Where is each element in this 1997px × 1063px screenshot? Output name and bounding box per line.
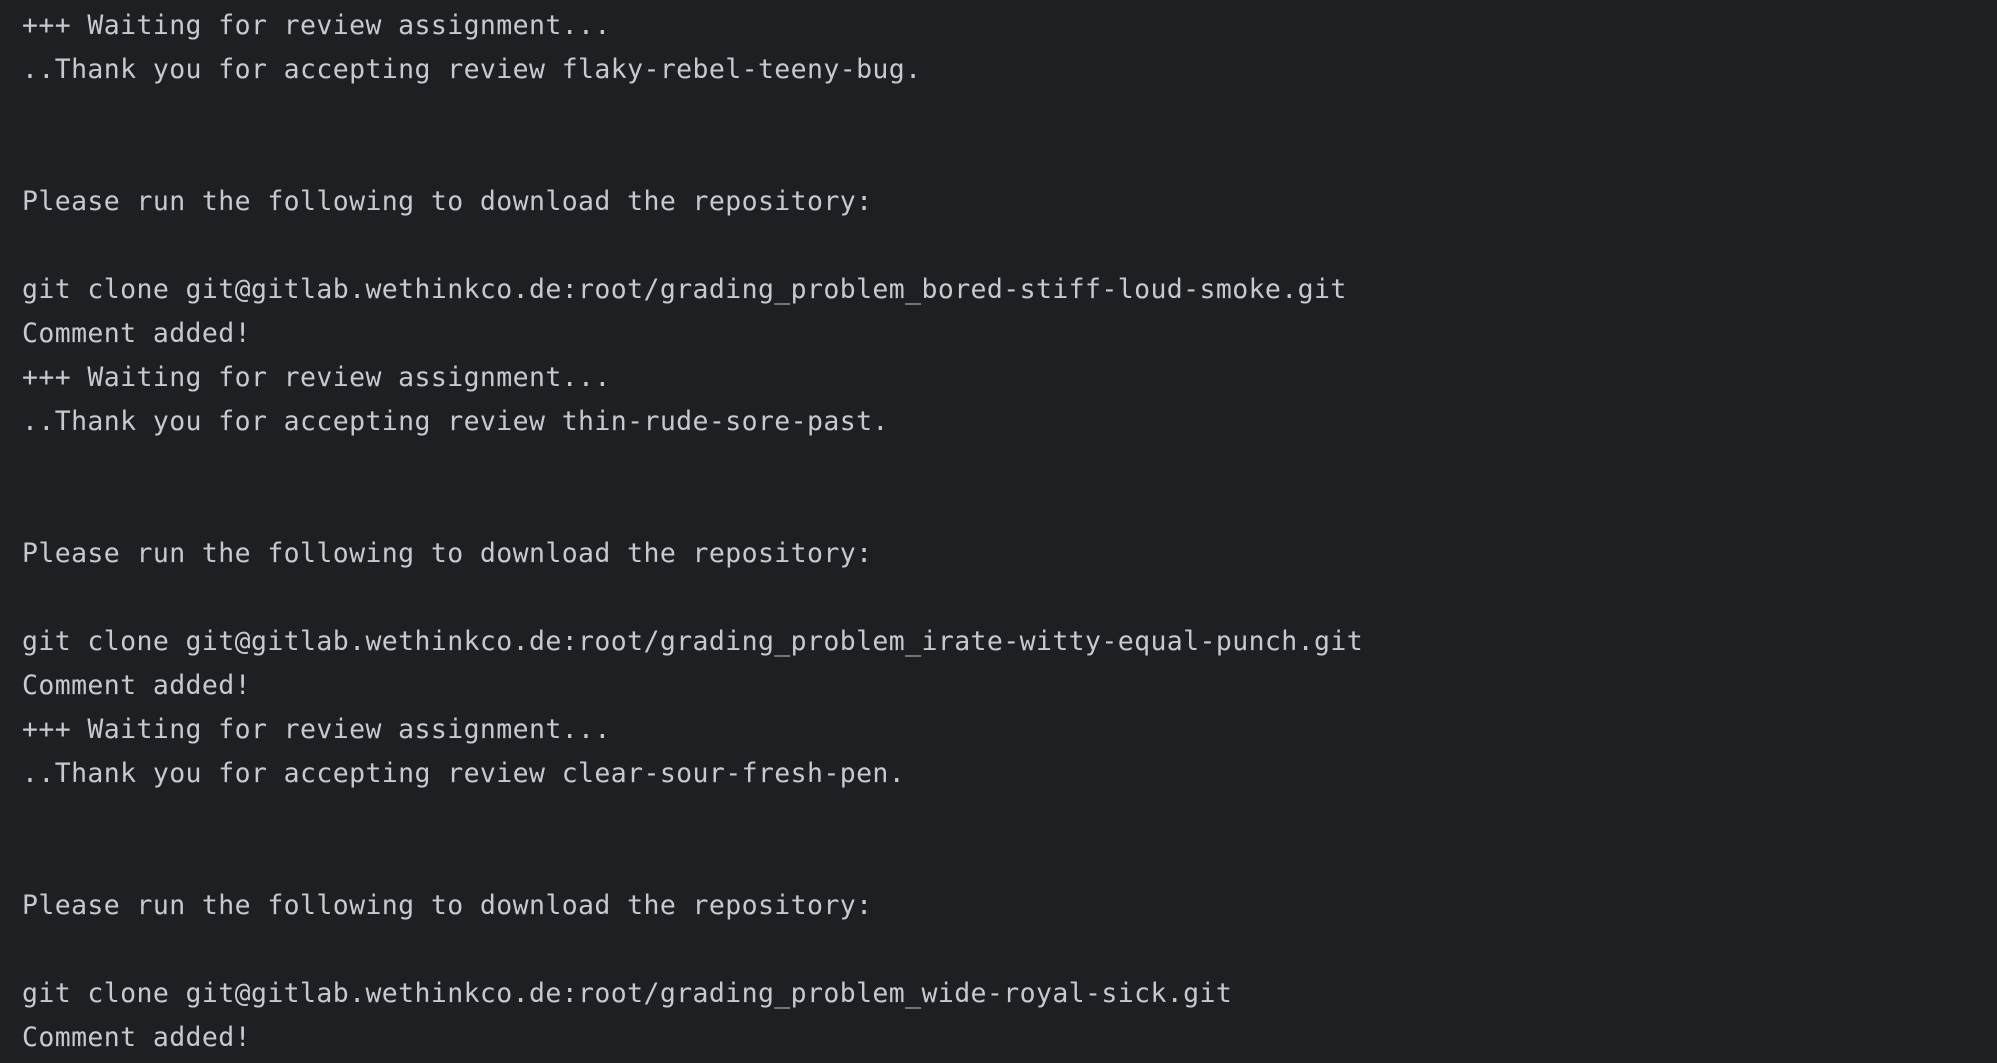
terminal-line-instructions: Please run the following to download the… — [22, 538, 873, 569]
terminal-line-comment-added: Comment added! — [22, 1022, 251, 1053]
terminal-line-waiting: +++ Waiting for review assignment... — [22, 10, 611, 41]
terminal-line-git-clone: git clone git@gitlab.wethinkco.de:root/g… — [22, 626, 1364, 657]
terminal-line-instructions: Please run the following to download the… — [22, 890, 873, 921]
terminal-line-thank-you: ..Thank you for accepting review thin-ru… — [22, 406, 889, 437]
terminal-line-instructions: Please run the following to download the… — [22, 186, 873, 217]
terminal-line-comment-added: Comment added! — [22, 670, 251, 701]
terminal-line-thank-you: ..Thank you for accepting review flaky-r… — [22, 54, 922, 85]
terminal-line-waiting: +++ Waiting for review assignment... — [22, 714, 611, 745]
terminal-output[interactable]: +++ Waiting for review assignment... ..T… — [0, 0, 1997, 1063]
terminal-line-waiting: +++ Waiting for review assignment... — [22, 362, 611, 393]
terminal-line-thank-you: ..Thank you for accepting review clear-s… — [22, 758, 906, 789]
terminal-line-git-clone: git clone git@gitlab.wethinkco.de:root/g… — [22, 978, 1233, 1009]
terminal-line-comment-added: Comment added! — [22, 318, 251, 349]
terminal-line-git-clone: git clone git@gitlab.wethinkco.de:root/g… — [22, 274, 1347, 305]
